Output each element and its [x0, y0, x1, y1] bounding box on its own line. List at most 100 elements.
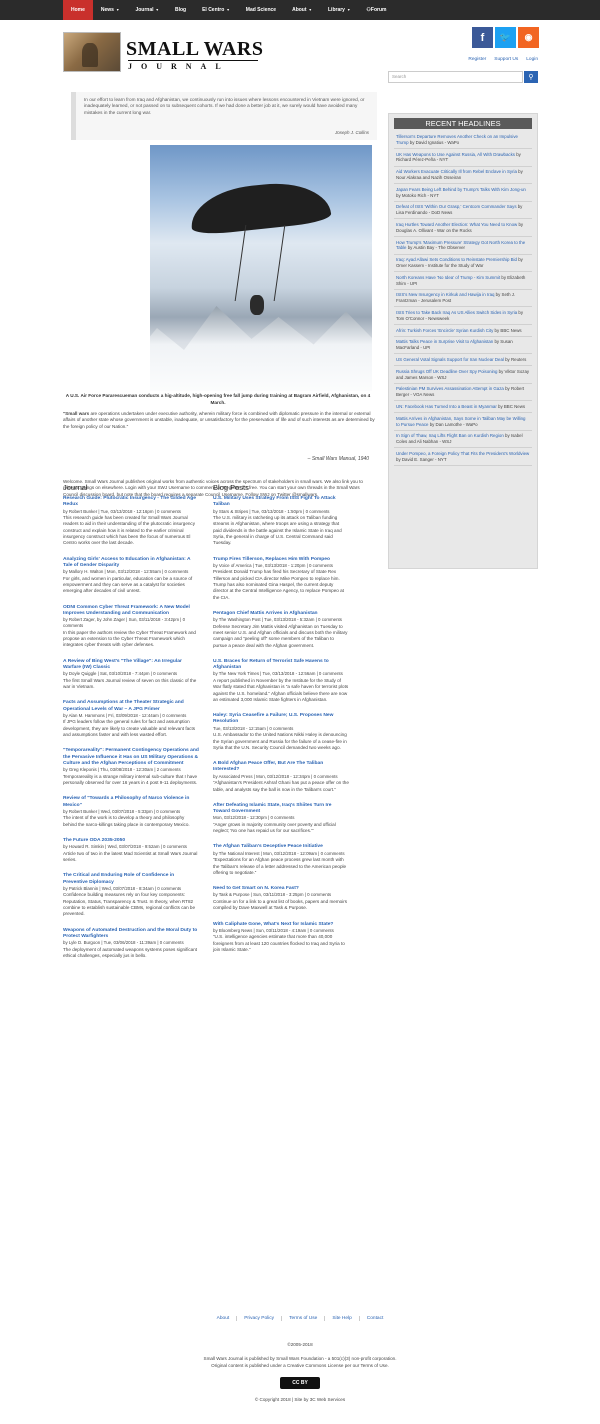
header-links: Register Support Us Login: [468, 57, 538, 62]
journal-entry: The Critical and Enduring Role of Confid…: [63, 873, 199, 917]
headline-link[interactable]: Defeat of ISIS 'Within Our Grasp,' Centc…: [396, 204, 517, 209]
logo-image[interactable]: [63, 32, 121, 72]
nav-item-journal[interactable]: Journal ▼: [127, 0, 167, 20]
blog-entry-summary: The U.S. military is ratcheting up its a…: [213, 515, 342, 546]
footer-link-contact[interactable]: Contact: [367, 1316, 384, 1321]
headline-link[interactable]: Aid Workers Evacuate Critically Ill from…: [396, 169, 517, 174]
nav-item-mad-science[interactable]: Mad Science: [238, 0, 284, 20]
login-link[interactable]: Login: [526, 57, 538, 62]
headline-item: Japan Fears Being Left Behind by Trump's…: [394, 187, 532, 202]
journal-entry-title[interactable]: The Critical and Enduring Role of Confid…: [63, 873, 199, 886]
twitter-icon[interactable]: 🐦: [495, 27, 516, 48]
blog-entry-title[interactable]: Haley: Syria Ceasefire a Failure; U.S. P…: [213, 713, 349, 726]
headline-link[interactable]: In Sign of Thaw, Iraq Lifts Flight Ban o…: [396, 433, 504, 438]
journal-entry-meta: by Patrick Blannin | Wed, 03/07/2018 - 8…: [63, 885, 182, 891]
headline-link[interactable]: Mattis Talks Peace in Surprise Visit to …: [396, 339, 493, 344]
nav-item-label: Blog: [174, 7, 187, 13]
headline-link[interactable]: North Koreans Have 'No Idea' of Trump - …: [396, 275, 500, 280]
headline-link[interactable]: Afrin: Turkish Forces 'Encircle' Syrian …: [396, 328, 493, 333]
headline-item: ISIS's New Insurgency in Kirkuk and Hawi…: [394, 292, 532, 308]
journal-entry-meta: by Greg Kleponis | Thu, 03/08/2018 - 12:…: [63, 767, 181, 773]
blog-entry-meta: by The National Interest | Mon, 03/12/20…: [213, 850, 345, 856]
journal-entry-summary: Temporareality is a strange military int…: [63, 773, 198, 785]
blog-entry: Pentagon Chief Mattis Arrives in Afghani…: [213, 611, 349, 649]
nav-item-label: El Centro: [202, 7, 225, 13]
nav-item-blog[interactable]: Blog: [167, 0, 194, 20]
search-input[interactable]: Search: [388, 71, 523, 83]
nav-item-el-centro[interactable]: El Centro ▼: [194, 0, 238, 20]
headline-link[interactable]: US General Votal Signals Support for Ira…: [396, 357, 504, 362]
journal-entry: Facts and Assumptions at the Theater Str…: [63, 700, 199, 738]
journal-column: Journal Research Guide: Plutocratic Insu…: [63, 483, 199, 969]
journal-entry-title[interactable]: Weapons of Automated Destruction and the…: [63, 928, 199, 941]
support-us-link[interactable]: Support Us: [494, 57, 518, 62]
nav-item-label: Library: [328, 7, 345, 13]
journal-entry-title[interactable]: Analyzing Girls' Access to Education in …: [63, 557, 199, 570]
blog-entry-summary: “Anger grows in majority community over …: [213, 821, 336, 834]
headline-link[interactable]: Japan Fears Being Left Behind by Trump's…: [396, 187, 526, 192]
journal-list: Research Guide: Plutocratic Insurgency -…: [63, 496, 199, 959]
headline-byline: by Motoko Rich - NYT: [396, 192, 439, 198]
journal-entry: Research Guide: Plutocratic Insurgency -…: [63, 496, 199, 547]
nav-item-news[interactable]: News ▼: [93, 0, 128, 20]
definition-source: – Small Wars Manual, 1940: [307, 456, 369, 462]
headline-item: Iraq Hurtles Toward Another Election: Wh…: [394, 222, 532, 238]
footer-link-terms-of-use[interactable]: Terms of Use: [289, 1316, 317, 1321]
blog-entry-meta: Tue, 03/13/2018 - 12:15am | 0 comments: [213, 725, 294, 731]
blog-entry-title[interactable]: After Defeating Islamic State, Iraq's Sh…: [213, 803, 349, 816]
definition-lead: "Small wars: [63, 411, 90, 416]
nav-item-about[interactable]: About ▼: [284, 0, 320, 20]
journal-entry: Weapons of Automated Destruction and the…: [63, 928, 199, 960]
journal-entry-title[interactable]: Review of "Towards a Philosophy of Narco…: [63, 796, 199, 809]
site-title[interactable]: SMALL WARS: [126, 38, 263, 61]
headline-link[interactable]: ISIS's New Insurgency in Kirkuk and Hawi…: [396, 292, 494, 297]
headline-link[interactable]: Iraq: Ayad Allawi Sets Conditions to Rei…: [396, 257, 517, 262]
blog-entry-meta: by The Washington Post | Tue, 03/13/2018…: [213, 617, 342, 623]
headline-link[interactable]: Palestinian PM Survives Assassination At…: [396, 386, 504, 391]
journal-entry: ODNI Common Cyber Threat Framework: A Ne…: [63, 605, 199, 649]
footer-publisher: Small Wars Journal is published by Small…: [203, 1356, 397, 1361]
headline-link[interactable]: UN: Facebook Has Turned Into a Beast in …: [396, 404, 497, 409]
journal-entry: The Future ODA 2035-2050 by Howard R. Sim…: [63, 838, 199, 863]
hero-parachute-lines: [234, 225, 286, 301]
journal-entry-summary: The first Small Wars Journal review of s…: [63, 677, 197, 689]
blog-entry: A Bold Afghan Peace Offer, But Are The T…: [213, 761, 349, 793]
footer-years: ©2005-2018: [287, 1342, 313, 1347]
blog-entry-title[interactable]: A Bold Afghan Peace Offer, But Are The T…: [213, 761, 349, 774]
journal-entry-title[interactable]: Research Guide: Plutocratic Insurgency -…: [63, 496, 199, 509]
blog-entry-meta: by Associated Press | Mon, 03/12/2018 - …: [213, 773, 338, 779]
headline-link[interactable]: ISIS Tries to Take Back Iraq As US Allie…: [396, 310, 517, 315]
footer-link-privacy-policy[interactable]: Privacy Policy: [244, 1316, 274, 1321]
headline-link[interactable]: Iraq Hurtles Toward Another Election: Wh…: [396, 222, 517, 227]
search-button[interactable]: ⚲: [524, 71, 538, 83]
nav-item-home[interactable]: Home: [63, 0, 93, 20]
blog-entry-title[interactable]: U.S. Braces for Return of Terrorist Safe…: [213, 659, 349, 672]
hero-caption: A U.S. Air Force Pararescueman conducts …: [65, 393, 371, 405]
creative-commons-badge[interactable]: CC BY: [280, 1377, 320, 1389]
headline-link[interactable]: Under Pompeo, a Foreign Policy That Fits…: [396, 451, 529, 456]
headline-link[interactable]: UK Has Weapons to Use Against Russia, Al…: [396, 152, 515, 157]
journal-entry-title[interactable]: ODNI Common Cyber Threat Framework: A Ne…: [63, 605, 199, 618]
nav-item-forum[interactable]: ⚇ Forum: [358, 0, 394, 20]
headline-link[interactable]: Russia Shrugs Off UK Deadline Over Spy P…: [396, 369, 497, 374]
headline-byline: by Reuters: [503, 356, 527, 362]
rss-icon[interactable]: ◉: [518, 27, 539, 48]
journal-entry-summary: If JPG leaders follow the general rules …: [63, 719, 196, 737]
blog-entry-title[interactable]: With Caliphate Gone, What's Next for Isl…: [213, 922, 349, 928]
journal-entry-title[interactable]: Facts and Assumptions at the Theater Str…: [63, 700, 199, 713]
footer-link-about[interactable]: About: [217, 1316, 230, 1321]
featured-quote: In our effort to learn from Iraq and Afg…: [71, 92, 377, 140]
journal-entry-title[interactable]: A Review of Bing West's "The Village": A…: [63, 659, 199, 672]
nav-item-library[interactable]: Library ▼: [320, 0, 358, 20]
nav-item-label: Journal: [135, 7, 154, 13]
journal-entry-meta: by Lyle D. Burgoon | Tue, 03/06/2018 - 1…: [63, 940, 184, 946]
footer-link-site-help[interactable]: Site Help: [332, 1316, 351, 1321]
blog-entry-title[interactable]: Trump Fires Tillerson, Replaces Him With…: [213, 557, 349, 563]
journal-entry-meta: by Doyle Quiggle | Sat, 03/10/2018 - 7:4…: [63, 671, 178, 677]
site-subtitle[interactable]: JOURNAL: [128, 60, 258, 71]
journal-entry-title[interactable]: "Temporareality": Permanent Contingency …: [63, 748, 199, 767]
facebook-icon[interactable]: f: [472, 27, 493, 48]
headline-item: ISIS Tries to Take Back Iraq As US Allie…: [394, 310, 532, 326]
register-link[interactable]: Register: [468, 57, 486, 62]
blog-entry-title[interactable]: U.S. Military Uses Strategy From ISIS Fi…: [213, 496, 349, 509]
